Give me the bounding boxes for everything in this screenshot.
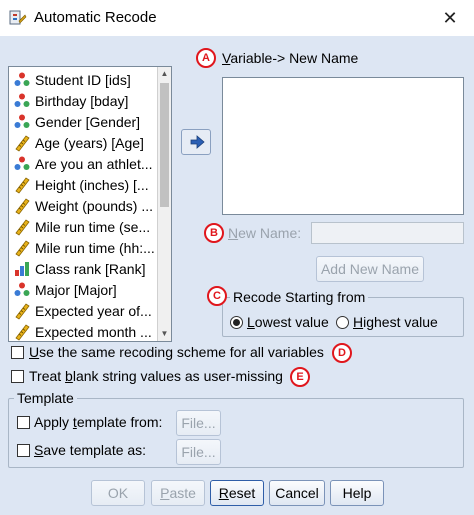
- lowest-value-radio[interactable]: [230, 316, 243, 329]
- apply-template-file-button[interactable]: File...: [176, 410, 221, 436]
- nominal-icon: [13, 71, 31, 89]
- variable-label: Gender [Gender]: [35, 114, 141, 130]
- same-scheme-checkbox[interactable]: [11, 346, 24, 359]
- scale-icon: [13, 134, 31, 152]
- variable-new-name-label: Variable-> New Name: [222, 50, 359, 66]
- source-variable-list[interactable]: Student ID [ids] Birthday [bday] Gender [G…: [8, 66, 172, 342]
- variable-list-item[interactable]: Age (years) [Age]: [13, 133, 159, 153]
- variable-list-item[interactable]: Birthday [bday]: [13, 91, 159, 111]
- variable-list-item[interactable]: Mile run time (se...: [13, 217, 159, 237]
- variable-list-item[interactable]: Expected year of...: [13, 301, 159, 321]
- variable-label: Weight (pounds) ...: [35, 198, 154, 214]
- scrollbar-thumb[interactable]: [160, 83, 169, 207]
- scale-icon: [13, 239, 31, 257]
- highest-value-radio[interactable]: [336, 316, 349, 329]
- blank-as-missing-label[interactable]: Treat blank string values as user-missin…: [29, 368, 283, 384]
- arrow-right-icon: [190, 135, 205, 149]
- variable-label: Student ID [ids]: [35, 72, 131, 88]
- nominal-icon: [13, 281, 31, 299]
- window-title: Automatic Recode: [34, 9, 157, 26]
- lowest-value-label[interactable]: Lowest value: [247, 314, 329, 330]
- new-name-label: New Name:: [228, 225, 302, 241]
- scroll-down-icon[interactable]: ▼: [158, 327, 171, 341]
- same-scheme-label[interactable]: Use the same recoding scheme for all var…: [29, 344, 324, 360]
- variable-list-item[interactable]: Student ID [ids]: [13, 70, 159, 90]
- save-template-file-button[interactable]: File...: [176, 439, 221, 465]
- nominal-icon: [13, 92, 31, 110]
- nominal-icon: [13, 113, 31, 131]
- app-icon: [9, 10, 27, 25]
- recode-starting-title: Recode Starting from: [230, 289, 369, 305]
- new-name-input[interactable]: [311, 222, 464, 244]
- annotation-badge-b: B: [204, 223, 224, 243]
- variable-label: Birthday [bday]: [35, 93, 129, 109]
- scale-icon: [13, 197, 31, 215]
- paste-button[interactable]: Paste: [151, 480, 205, 506]
- add-new-name-button[interactable]: Add New Name: [316, 256, 424, 282]
- variable-label: Height (inches) [...: [35, 177, 149, 193]
- variable-list-item[interactable]: Gender [Gender]: [13, 112, 159, 132]
- variable-new-name-list[interactable]: [222, 77, 464, 215]
- variable-list-item[interactable]: Mile run time (hh:...: [13, 238, 159, 258]
- scale-icon: [13, 323, 31, 341]
- annotation-badge-a: A: [196, 48, 216, 68]
- annotation-badge-e: E: [290, 367, 310, 387]
- ok-button[interactable]: OK: [91, 480, 145, 506]
- variable-list-scrollbar[interactable]: ▲ ▼: [157, 67, 171, 341]
- template-title: Template: [14, 390, 77, 406]
- variable-label: Class rank [Rank]: [35, 261, 146, 277]
- variable-label: Mile run time (hh:...: [35, 240, 155, 256]
- variable-label: Expected year of...: [35, 303, 152, 319]
- variable-list-item[interactable]: Weight (pounds) ...: [13, 196, 159, 216]
- variable-label: Major [Major]: [35, 282, 117, 298]
- variable-label: Expected month ...: [35, 324, 152, 340]
- apply-template-label[interactable]: Apply template from:: [34, 414, 162, 430]
- move-variable-button[interactable]: [181, 129, 211, 155]
- highest-value-label[interactable]: Highest value: [353, 314, 438, 330]
- variable-list-item[interactable]: Height (inches) [...: [13, 175, 159, 195]
- ordinal-icon: [13, 260, 31, 278]
- scale-icon: [13, 218, 31, 236]
- annotation-badge-c: C: [207, 286, 227, 306]
- help-button[interactable]: Help: [330, 480, 384, 506]
- scale-icon: [13, 302, 31, 320]
- variable-list-item[interactable]: Class rank [Rank]: [13, 259, 159, 279]
- save-template-checkbox[interactable]: [17, 444, 30, 457]
- annotation-badge-d: D: [332, 343, 352, 363]
- variable-list-item[interactable]: Expected month ...: [13, 322, 159, 341]
- cancel-button[interactable]: Cancel: [269, 480, 325, 506]
- title-bar: Automatic Recode ✕: [0, 0, 474, 36]
- scale-icon: [13, 176, 31, 194]
- apply-template-checkbox[interactable]: [17, 416, 30, 429]
- variable-list-item[interactable]: Are you an athlet...: [13, 154, 159, 174]
- variable-list-item[interactable]: Major [Major]: [13, 280, 159, 300]
- close-icon[interactable]: ✕: [438, 6, 462, 30]
- nominal-icon: [13, 155, 31, 173]
- blank-as-missing-checkbox[interactable]: [11, 370, 24, 383]
- reset-button[interactable]: Reset: [210, 480, 264, 506]
- save-template-label[interactable]: Save template as:: [34, 442, 146, 458]
- variable-label: Mile run time (se...: [35, 219, 151, 235]
- variable-label: Are you an athlet...: [35, 156, 153, 172]
- scroll-up-icon[interactable]: ▲: [158, 67, 171, 81]
- variable-label: Age (years) [Age]: [35, 135, 144, 151]
